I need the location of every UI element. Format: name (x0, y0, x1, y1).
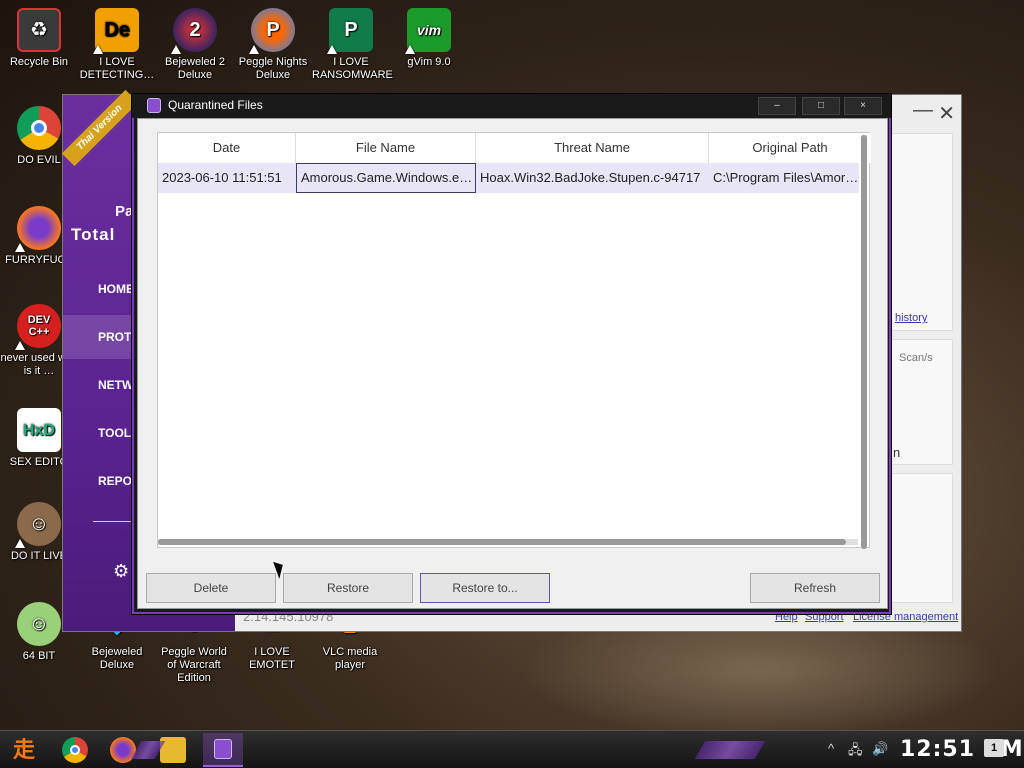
cell-original-path: C:\Program Files\Amorou (713, 170, 859, 185)
av-partial-text: n (893, 445, 901, 460)
column-header-date[interactable]: Date (158, 133, 296, 163)
desktop-icon-label: I LOVE EMOTET (249, 646, 295, 671)
portrait-icon: ☺ (15, 502, 61, 548)
peggle-icon: P (249, 8, 295, 54)
firefox-icon (15, 206, 61, 252)
quarantine-window: Quarantined Files – □ × Date File Name T… (131, 93, 892, 615)
desktop-icon-bejeweled2[interactable]: 2 Bejeweled 2 Deluxe (156, 8, 234, 82)
start-button[interactable]: 走 (8, 737, 40, 763)
desktop-icon-label: gVim 9.0 (407, 56, 451, 68)
window-title: Quarantined Files (168, 98, 263, 112)
table-row[interactable]: 2023-06-10 11:51:51 Amorous.Game.Windows… (158, 163, 859, 193)
quarantine-body: Date File Name Threat Name Original Path… (137, 118, 888, 609)
desktop-icon-label: I LOVE RANSOMWARE (312, 56, 393, 81)
character-icon: ☺ (17, 602, 61, 646)
desktop-icon-label: SEX EDITO (9, 456, 69, 468)
network-icon[interactable]: 🖧 (848, 741, 863, 763)
desktop-icon-label: Peggle Nights Deluxe (238, 56, 308, 81)
taskbar: 走 ^ 🖧 🔊 12:51 PM 1 (0, 730, 1024, 768)
gear-icon[interactable]: ⚙ (113, 561, 129, 582)
devcpp-icon: DEV C++ (15, 304, 61, 350)
shield-taskbar-icon (214, 739, 232, 759)
av-scan-rate-label: Scan/s (899, 352, 933, 364)
av-brand: Total (71, 225, 116, 244)
vertical-scroll-thumb[interactable] (861, 135, 867, 549)
table-header: Date File Name Threat Name Original Path (158, 133, 871, 163)
recycle-bin-icon: ♻ (17, 8, 61, 52)
desktop-icon-detecting[interactable]: De I LOVE DETECTING… (78, 8, 156, 82)
shield-icon (147, 98, 161, 113)
column-header-threat-name[interactable]: Threat Name (476, 133, 709, 163)
horizontal-scrollbar[interactable] (158, 539, 858, 545)
tray-expand-icon[interactable]: ^ (828, 741, 834, 756)
av-panel-top (889, 133, 953, 331)
restore-button[interactable]: Restore (283, 573, 413, 603)
av-history-link[interactable]: history (895, 312, 927, 324)
av-nav-network[interactable]: NETW (98, 378, 133, 392)
column-header-file-name[interactable]: File Name (296, 133, 476, 163)
clock[interactable]: 12:51 PM (900, 737, 1024, 762)
desktop-icon-label: Peggle World of Warcraft Edition (161, 646, 227, 684)
desktop-icon-label: DO EVIL (17, 154, 61, 166)
taskbar-decoration-right (694, 741, 766, 759)
cell-threat-name: Hoax.Win32.BadJoke.Stupen.c-94717 (480, 170, 701, 185)
av-nav-protection[interactable]: PROTI (98, 330, 135, 344)
av-minimize-button[interactable]: — (913, 99, 933, 122)
chrome-icon (17, 106, 61, 150)
desktop-icon-recycle-bin[interactable]: ♻ Recycle Bin (0, 8, 78, 69)
notification-icon[interactable]: 1 (984, 739, 1004, 757)
av-nav-divider (93, 521, 133, 522)
cell-date: 2023-06-10 11:51:51 (162, 170, 282, 185)
delete-button[interactable]: Delete (146, 573, 276, 603)
quarantine-table: Date File Name Threat Name Original Path… (157, 132, 871, 549)
taskbar-active-app[interactable] (203, 733, 243, 767)
av-nav-home[interactable]: HOME (98, 282, 134, 296)
desktop-icon-label: 64 BIT (22, 650, 56, 662)
desktop-icon-label: Bejeweled Deluxe (91, 646, 143, 671)
hxd-icon: HxD (17, 408, 61, 452)
cell-file-name: Amorous.Game.Windows.e… (296, 163, 476, 193)
av-close-button[interactable]: ✕ (938, 101, 955, 126)
vertical-scrollbar[interactable] (861, 135, 867, 549)
desktop-icon-label: VLC media player (322, 646, 378, 671)
desktop-icon-label: Recycle Bin (9, 56, 69, 68)
thai-version-ribbon: Thai Version (61, 89, 139, 167)
die-icon: De (93, 8, 139, 54)
bejeweled2-icon: 2 (171, 8, 217, 54)
desktop-icon-peggle-nights[interactable]: P Peggle Nights Deluxe (234, 8, 312, 82)
refresh-button[interactable]: Refresh (750, 573, 880, 603)
column-header-original-path[interactable]: Original Path (709, 133, 871, 163)
desktop-icon-label: Bejeweled 2 Deluxe (165, 56, 225, 81)
av-panel-bottom (889, 473, 953, 603)
quarantine-titlebar[interactable]: Quarantined Files – □ × (132, 94, 891, 118)
publisher-icon: P (327, 8, 373, 54)
firefox-taskbar-icon[interactable] (110, 737, 136, 763)
desktop-icon-ransomware[interactable]: P I LOVE RANSOMWARE (312, 8, 393, 82)
minimize-button[interactable]: – (758, 97, 796, 115)
vim-icon: vim (405, 8, 451, 54)
chrome-taskbar-icon[interactable] (62, 737, 88, 763)
horizontal-scroll-thumb[interactable] (158, 539, 846, 545)
av-nav-reports[interactable]: REPO (98, 474, 132, 488)
desktop-icon-label: DO IT LIVE (10, 550, 68, 562)
desktop-icon-label: I LOVE DETECTING… (79, 56, 155, 81)
desktop-icon-gvim[interactable]: vim gVim 9.0 (390, 8, 468, 69)
maximize-button[interactable]: □ (802, 97, 840, 115)
volume-icon[interactable]: 🔊 (872, 741, 888, 757)
restore-to-button[interactable]: Restore to... (420, 573, 550, 603)
close-button[interactable]: × (844, 97, 882, 115)
